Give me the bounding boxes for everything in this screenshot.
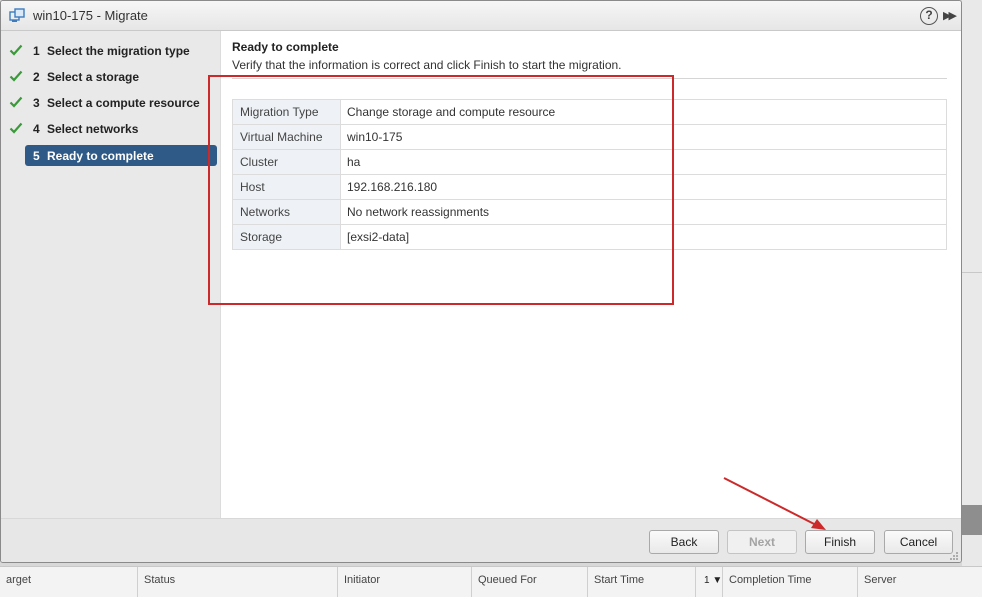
- help-icon[interactable]: ?: [920, 7, 938, 25]
- sort-indicator[interactable]: 1 ▼: [696, 567, 723, 597]
- finish-button[interactable]: Finish: [805, 530, 875, 554]
- column-status[interactable]: Status: [138, 567, 338, 597]
- step-select-migration-type[interactable]: 1 Select the migration type: [1, 40, 221, 62]
- checkmark-icon: [9, 44, 23, 56]
- vm-migrate-icon: [9, 8, 25, 22]
- column-server[interactable]: Server: [858, 567, 982, 597]
- column-queued-for[interactable]: Queued For: [472, 567, 588, 597]
- step-label: Select a storage: [47, 70, 140, 84]
- step-select-compute-resource[interactable]: 3 Select a compute resource: [1, 92, 221, 114]
- dialog-footer: Back Next Finish Cancel: [1, 518, 961, 562]
- step-label: Ready to complete: [47, 149, 154, 163]
- dialog-title-bar[interactable]: win10-175 - Migrate ? ▶▶: [1, 1, 961, 31]
- checkmark-icon: [9, 122, 23, 134]
- page-title: Ready to complete: [232, 40, 339, 54]
- column-start-time[interactable]: Start Time: [588, 567, 696, 597]
- step-number: 4: [33, 122, 40, 136]
- column-completion-time[interactable]: Completion Time: [723, 567, 858, 597]
- step-label: Select a compute resource: [47, 96, 200, 110]
- next-button[interactable]: Next: [727, 530, 797, 554]
- background-band: [962, 505, 982, 535]
- step-number: 2: [33, 70, 40, 84]
- step-select-networks[interactable]: 4 Select networks: [1, 118, 221, 140]
- step-label: Select networks: [47, 122, 139, 136]
- page-subtitle: Verify that the information is correct a…: [232, 58, 622, 72]
- cancel-button[interactable]: Cancel: [884, 530, 953, 554]
- dialog-title: win10-175 - Migrate: [33, 8, 148, 23]
- expand-icon[interactable]: ▶▶: [943, 8, 957, 24]
- back-button[interactable]: Back: [649, 530, 719, 554]
- step-number: 5: [33, 149, 40, 163]
- background-panel: [962, 0, 982, 566]
- column-target[interactable]: arget: [0, 567, 138, 597]
- checkmark-icon: [9, 96, 23, 108]
- step-select-storage[interactable]: 2 Select a storage: [1, 66, 221, 88]
- step-number: 1: [33, 44, 40, 58]
- step-ready-to-complete[interactable]: 5 Ready to complete: [1, 145, 221, 167]
- sort-descending-icon: 1 ▼: [704, 575, 723, 586]
- wizard-steps-nav: 1 Select the migration type 2 Select a s…: [1, 31, 221, 518]
- step-number: 3: [33, 96, 40, 110]
- checkmark-icon: [9, 70, 23, 82]
- column-initiator[interactable]: Initiator: [338, 567, 472, 597]
- annotation-highlight-box: [208, 75, 674, 305]
- background-divider: [962, 272, 982, 273]
- resize-grip-icon[interactable]: [949, 551, 959, 561]
- recent-tasks-header: arget Status Initiator Queued For Start …: [0, 566, 982, 597]
- step-label: Select the migration type: [47, 44, 190, 58]
